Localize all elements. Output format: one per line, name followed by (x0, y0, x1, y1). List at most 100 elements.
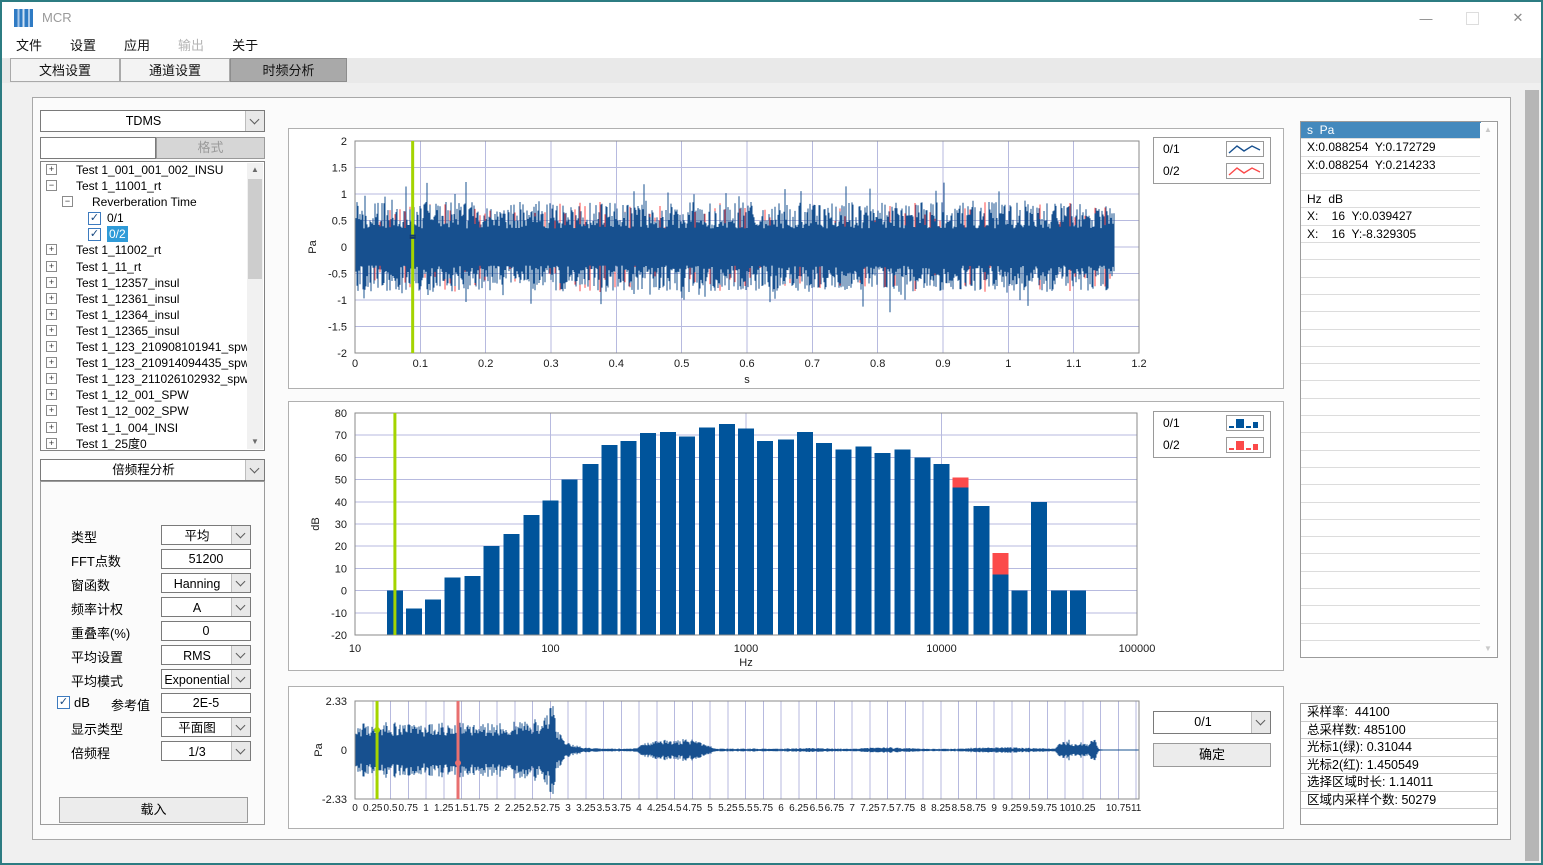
tree-item[interactable]: +Test 1_123_211026102932_spw (41, 371, 264, 387)
form-input-重叠率(%)[interactable] (161, 621, 251, 641)
readout-row[interactable]: X:0.088254 Y:0.172729 (1301, 139, 1481, 156)
readout-row[interactable] (1301, 416, 1481, 433)
scroll-down-icon[interactable]: ▼ (1480, 642, 1496, 656)
channel-select[interactable]: 0/1 (1153, 711, 1271, 734)
tree-item[interactable]: +Test 1_12357_insul (41, 275, 264, 291)
scroll-up-icon[interactable]: ▲ (247, 163, 263, 177)
readout-row[interactable]: s Pa (1301, 122, 1481, 139)
tree-item[interactable]: +Test 1_12361_insul (41, 291, 264, 307)
readout-row[interactable]: X: 16 Y:-8.329305 (1301, 226, 1481, 243)
form-select-窗函数[interactable]: Hanning (161, 573, 251, 593)
readout-row[interactable] (1301, 572, 1481, 589)
readout-row[interactable] (1301, 278, 1481, 295)
form-select-平均模式[interactable]: Exponential (161, 669, 251, 689)
scroll-down-icon[interactable]: ▼ (247, 435, 263, 449)
tab-时频分析[interactable]: 时频分析 (230, 58, 347, 82)
form-select-平均设置[interactable]: RMS (161, 645, 251, 665)
file-format-select[interactable]: TDMS (40, 110, 265, 132)
time-waveform-chart[interactable]: 21.510.50-0.5-1-1.5-200.10.20.30.40.50.6… (288, 128, 1284, 389)
form-select-显示类型[interactable]: 平面图 (161, 717, 251, 737)
menu-item-设置[interactable]: 设置 (70, 34, 96, 58)
readout-row[interactable] (1301, 347, 1481, 364)
expand-icon[interactable]: + (46, 244, 57, 255)
readout-row[interactable] (1301, 554, 1481, 571)
tree-item[interactable]: ✓0/2 (41, 226, 264, 242)
tree-item[interactable]: +Test 1_11_rt (41, 259, 264, 275)
tree-item[interactable]: +Test 1_12365_insul (41, 323, 264, 339)
readout-row[interactable] (1301, 330, 1481, 347)
scroll-up-icon[interactable]: ▲ (1480, 123, 1496, 137)
collapse-icon[interactable]: − (62, 196, 73, 207)
readout-row[interactable]: X: 16 Y:0.039427 (1301, 208, 1481, 225)
tree-item[interactable]: +Test 1_12_002_SPW (41, 403, 264, 419)
tree-item[interactable]: +Test 1_12364_insul (41, 307, 264, 323)
scroll-thumb[interactable] (248, 179, 262, 279)
format-button[interactable]: 格式 (156, 137, 265, 159)
tree-item[interactable]: +Test 1_001_001_002_INSU (41, 162, 264, 178)
form-select-频率计权[interactable]: A (161, 597, 251, 617)
readout-row[interactable] (1301, 503, 1481, 520)
tree-item[interactable]: −Test 1_11001_rt (41, 178, 264, 194)
expand-icon[interactable]: + (46, 422, 57, 433)
readout-row[interactable] (1301, 485, 1481, 502)
tree-item[interactable]: +Test 1_11002_rt (41, 242, 264, 258)
tab-文档设置[interactable]: 文档设置 (10, 58, 120, 82)
menu-item-应用[interactable]: 应用 (124, 34, 150, 58)
readout-row[interactable] (1301, 364, 1481, 381)
readout-row[interactable] (1301, 399, 1481, 416)
overview-waveform-chart[interactable]: 2.330-2.3300.250.50.7511.251.51.7522.252… (288, 686, 1284, 829)
expand-icon[interactable]: + (46, 438, 57, 449)
expand-icon[interactable]: + (46, 405, 57, 416)
right-scroll-band[interactable] (1525, 90, 1539, 861)
readout-row[interactable]: Hz dB (1301, 191, 1481, 208)
tree-checkbox[interactable]: ✓ (88, 228, 101, 241)
tree-item[interactable]: +Test 1_123_210914094435_spw (41, 355, 264, 371)
menu-item-输出[interactable]: 输出 (178, 34, 204, 58)
readout-row[interactable] (1301, 243, 1481, 260)
form-select-类型[interactable]: 平均 (161, 525, 251, 545)
tree-item[interactable]: ✓0/1 (41, 210, 264, 226)
expand-icon[interactable]: + (46, 389, 57, 400)
form-select-倍频程[interactable]: 1/3 (161, 741, 251, 761)
minimize-button[interactable]: — (1403, 2, 1449, 34)
maximize-button[interactable] (1449, 2, 1495, 34)
readout-row[interactable] (1301, 451, 1481, 468)
tab-通道设置[interactable]: 通道设置 (120, 58, 230, 82)
form-input-FFT点数[interactable] (161, 549, 251, 569)
close-button[interactable]: ✕ (1495, 2, 1541, 34)
readout-row[interactable]: X:0.088254 Y:0.214233 (1301, 157, 1481, 174)
expand-icon[interactable]: + (46, 277, 57, 288)
tree-item[interactable]: +Test 1_123_210908101941_spw (41, 339, 264, 355)
readout-row[interactable] (1301, 312, 1481, 329)
expand-icon[interactable]: + (46, 341, 57, 352)
load-button[interactable]: 载入 (59, 797, 248, 823)
readout-row[interactable] (1301, 606, 1481, 623)
readout-row[interactable] (1301, 295, 1481, 312)
expand-icon[interactable]: + (46, 309, 57, 320)
expand-icon[interactable]: + (46, 293, 57, 304)
readout-row[interactable] (1301, 381, 1481, 398)
expand-icon[interactable]: + (46, 357, 57, 368)
tree-scrollbar[interactable]: ▲▼ (247, 163, 263, 449)
analysis-type-select[interactable]: 倍频程分析 (40, 459, 265, 481)
collapse-icon[interactable]: − (46, 180, 57, 191)
readout-row[interactable] (1301, 468, 1481, 485)
filter-input[interactable] (40, 137, 156, 159)
readout-row[interactable] (1301, 260, 1481, 277)
tree-item[interactable]: +Test 1_12_001_SPW (41, 387, 264, 403)
readout-row[interactable] (1301, 589, 1481, 606)
menu-item-关于[interactable]: 关于 (232, 34, 258, 58)
db-checkbox[interactable]: ✓ (57, 696, 70, 709)
expand-icon[interactable]: + (46, 164, 57, 175)
readout-row[interactable] (1301, 537, 1481, 554)
readout-scrollbar[interactable]: ▲▼ (1480, 123, 1496, 656)
readout-row[interactable] (1301, 641, 1481, 658)
confirm-button[interactable]: 确定 (1153, 743, 1271, 767)
form-input-参考值[interactable] (161, 693, 251, 713)
readout-row[interactable] (1301, 624, 1481, 641)
readout-row[interactable] (1301, 520, 1481, 537)
octave-spectrum-chart[interactable]: 80706050403020100-10-2010100100010000100… (288, 401, 1284, 671)
readout-row[interactable] (1301, 174, 1481, 191)
tree-item[interactable]: +Test 1_25度0 (41, 436, 264, 451)
expand-icon[interactable]: + (46, 325, 57, 336)
